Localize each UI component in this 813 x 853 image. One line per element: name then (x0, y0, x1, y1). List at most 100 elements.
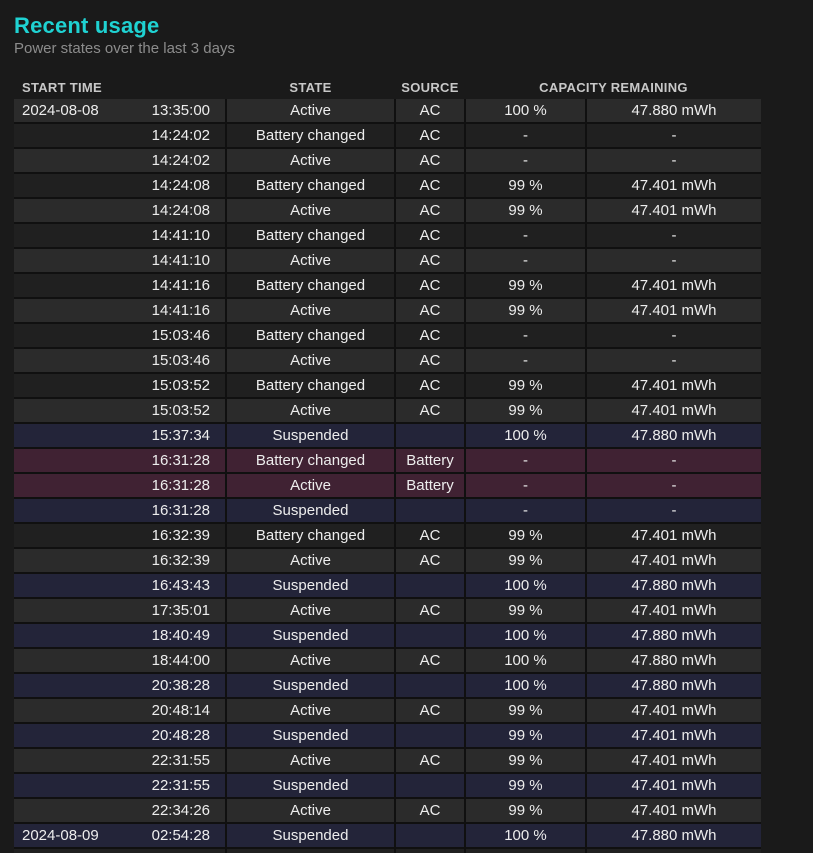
start-time-value: 14:41:10 (151, 227, 210, 244)
cell-source: AC (396, 149, 464, 172)
cell-source (396, 499, 464, 522)
cell-source (396, 824, 464, 847)
cell-capacity-mwh: 47.401 mWh (587, 599, 761, 622)
cell-start-time: 16:32:39 (14, 549, 225, 572)
battery-report-recent-usage-section: Recent usage Power states over the last … (0, 0, 813, 853)
table-row: 20:38:28 Suspended 100 % 47.880 mWh (14, 674, 761, 697)
table-row: 18:40:49 Suspended 100 % 47.880 mWh (14, 624, 761, 647)
cell-state: Suspended (227, 424, 394, 447)
cell-capacity-mwh: - (587, 349, 761, 372)
cell-capacity-percent: 99 % (466, 274, 585, 297)
start-time-value: 15:03:46 (151, 327, 210, 344)
cell-capacity-percent: 100 % (466, 674, 585, 697)
start-time-value: 20:38:28 (151, 677, 210, 694)
cell-capacity-percent (466, 849, 585, 853)
table-row: 14:41:10 Active AC - - (14, 249, 761, 272)
start-time-value: 22:31:55 (151, 752, 210, 769)
column-header-state: STATE (289, 80, 332, 95)
column-header-capacity-remaining: CAPACITY REMAINING (539, 80, 688, 95)
table-row: 15:37:34 Suspended 100 % 47.880 mWh (14, 424, 761, 447)
cell-start-time: 15:03:52 (14, 399, 225, 422)
cell-capacity-percent: 99 % (466, 799, 585, 822)
cell-start-time: 15:37:34 (14, 424, 225, 447)
cell-source: AC (396, 524, 464, 547)
cell-start-time: 14:24:08 (14, 174, 225, 197)
cell-capacity-percent: - (466, 499, 585, 522)
cell-capacity-percent: - (466, 474, 585, 497)
cell-source: AC (396, 224, 464, 247)
cell-capacity-percent: 100 % (466, 624, 585, 647)
cell-source (396, 424, 464, 447)
start-time-value: 16:43:43 (151, 577, 210, 594)
cell-source: AC (396, 799, 464, 822)
start-time-value: 18:44:00 (151, 652, 210, 669)
cell-capacity-percent: 99 % (466, 549, 585, 572)
cell-source (396, 849, 464, 853)
cell-capacity-mwh: 47.401 mWh (587, 374, 761, 397)
cell-source: AC (396, 349, 464, 372)
cell-start-time: 18:40:49 (14, 624, 225, 647)
cell-state: Active (227, 399, 394, 422)
cell-source: AC (396, 374, 464, 397)
cell-source (396, 774, 464, 797)
table-header-row: START TIME STATE SOURCE CAPACITY REMAINI… (14, 79, 761, 96)
cell-capacity-mwh: - (587, 249, 761, 272)
table-row: 17:35:01 Active AC 99 % 47.401 mWh (14, 599, 761, 622)
cell-start-time: 2024-08-09 02:54:28 (14, 824, 225, 847)
start-time-value: 18:40:49 (151, 627, 210, 644)
cell-capacity-percent: 100 % (466, 99, 585, 122)
table-row: 14:24:08 Active AC 99 % 47.401 mWh (14, 199, 761, 222)
table-row: 22:31:55 Suspended 99 % 47.401 mWh (14, 774, 761, 797)
cell-capacity-percent: 99 % (466, 399, 585, 422)
table-row: 16:32:39 Battery changed AC 99 % 47.401 … (14, 524, 761, 547)
cell-state: Suspended (227, 624, 394, 647)
cell-start-time: 16:31:28 (14, 499, 225, 522)
cell-start-time: 16:43:43 (14, 574, 225, 597)
column-header-source: SOURCE (401, 80, 459, 95)
table-row: 16:32:39 Active AC 99 % 47.401 mWh (14, 549, 761, 572)
start-time-value: 02:54:28 (151, 827, 210, 844)
cell-state: Active (227, 699, 394, 722)
cell-state: Active (227, 649, 394, 672)
cell-capacity-mwh: - (587, 224, 761, 247)
start-time-value: 14:41:16 (151, 302, 210, 319)
cell-state (227, 849, 394, 853)
start-time-value: 14:24:08 (151, 202, 210, 219)
cell-capacity-percent: 99 % (466, 724, 585, 747)
start-time-value: 20:48:28 (151, 727, 210, 744)
cell-capacity-mwh: 47.880 mWh (587, 99, 761, 122)
table-row: 16:43:43 Suspended 100 % 47.880 mWh (14, 574, 761, 597)
cell-capacity-percent: - (466, 224, 585, 247)
cell-source: AC (396, 699, 464, 722)
cell-capacity-mwh: - (587, 449, 761, 472)
cell-capacity-percent: 99 % (466, 599, 585, 622)
cell-capacity-percent: - (466, 124, 585, 147)
cell-source: AC (396, 399, 464, 422)
cell-state: Active (227, 749, 394, 772)
cell-capacity-mwh (587, 849, 761, 853)
power-states-table: START TIME STATE SOURCE CAPACITY REMAINI… (14, 79, 761, 853)
cell-start-time: 14:24:08 (14, 199, 225, 222)
cell-source: AC (396, 599, 464, 622)
cell-state: Suspended (227, 674, 394, 697)
cell-source (396, 574, 464, 597)
table-row: 14:24:02 Active AC - - (14, 149, 761, 172)
cell-state: Battery changed (227, 124, 394, 147)
table-row: 18:44:00 Active AC 100 % 47.880 mWh (14, 649, 761, 672)
start-time-value: 20:48:14 (151, 702, 210, 719)
cell-state: Suspended (227, 724, 394, 747)
start-time-value: 13:35:00 (151, 102, 210, 119)
start-time-value: 17:35:01 (151, 602, 210, 619)
cell-state: Battery changed (227, 224, 394, 247)
cell-capacity-percent: 100 % (466, 824, 585, 847)
cell-source: Battery (396, 474, 464, 497)
cell-capacity-percent: 99 % (466, 699, 585, 722)
cell-source: AC (396, 274, 464, 297)
cell-capacity-mwh: 47.401 mWh (587, 524, 761, 547)
cell-capacity-mwh: 47.401 mWh (587, 774, 761, 797)
cell-start-time: 20:38:28 (14, 674, 225, 697)
cell-start-time: 15:03:46 (14, 324, 225, 347)
cell-state: Active (227, 299, 394, 322)
cell-state: Active (227, 349, 394, 372)
cell-start-time: 22:31:55 (14, 774, 225, 797)
